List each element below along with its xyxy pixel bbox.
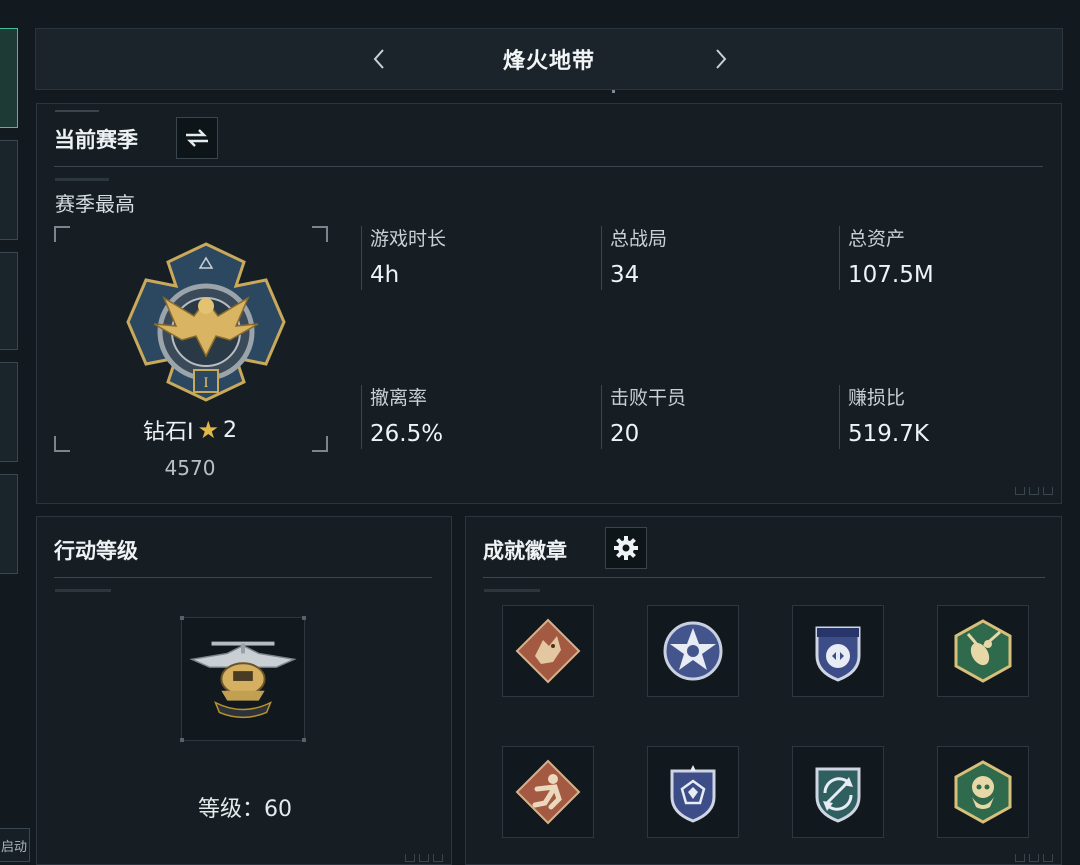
gear-icon xyxy=(614,536,638,560)
stat-value: 4h xyxy=(370,262,400,288)
stat-label: 游戏时长 xyxy=(370,228,447,250)
action-level-panel: 行动等级 等级：60 xyxy=(36,516,452,865)
stat-value: 519.7K xyxy=(848,421,929,447)
swap-icon xyxy=(186,129,208,147)
sidebar-bottom-label: 启动 xyxy=(0,839,27,855)
stat-label: 总资产 xyxy=(848,228,906,250)
stat-play-time: 游戏时长 4h xyxy=(361,226,446,290)
badge-arrows[interactable] xyxy=(792,746,884,838)
chevron-left-icon xyxy=(373,49,384,69)
season-title: 当前赛季 xyxy=(54,128,138,152)
skull-badge-icon xyxy=(954,760,1012,824)
badge-crest[interactable] xyxy=(647,746,739,838)
prev-mode-button[interactable] xyxy=(364,44,394,74)
level-emblem-box xyxy=(180,616,306,742)
stat-value: 34 xyxy=(610,262,640,288)
runner-badge-icon xyxy=(515,759,581,825)
stat-value: 26.5% xyxy=(370,421,444,447)
action-level-title: 行动等级 xyxy=(54,539,138,563)
sidebar-tab-2[interactable] xyxy=(0,140,18,240)
achievements-divider xyxy=(483,577,1045,578)
shield-badge-icon xyxy=(815,626,861,682)
season-panel: 当前赛季 赛季最高 I 钻石I ★ 2 4570 游戏时长 4h 总战局 34 … xyxy=(36,103,1062,504)
panel-deco xyxy=(55,178,109,181)
badge-skull[interactable] xyxy=(937,746,1029,838)
panel-deco xyxy=(484,589,540,592)
helicopter-level-emblem-icon xyxy=(189,641,297,719)
panel-deco xyxy=(55,110,99,112)
header-indicator-dot xyxy=(612,90,615,93)
panel-corner-deco xyxy=(1015,487,1053,495)
sidebar-tab-3[interactable] xyxy=(0,252,18,350)
sidebar-bottom-button[interactable]: 启动 xyxy=(0,828,30,862)
badge-runner[interactable] xyxy=(502,746,594,838)
mode-header: 烽火地带 xyxy=(35,28,1063,93)
panel-deco xyxy=(55,589,111,592)
panel-corner-deco xyxy=(1015,854,1053,862)
panel-corner-deco xyxy=(405,854,443,862)
rank-stars: 2 xyxy=(223,417,237,443)
badge-star-shield[interactable] xyxy=(647,605,739,697)
sidebar-tab-5[interactable] xyxy=(0,474,18,574)
stat-label: 撤离率 xyxy=(370,387,428,409)
stat-label: 总战局 xyxy=(610,228,668,250)
badge-dragon[interactable] xyxy=(502,605,594,697)
stat-label: 击败干员 xyxy=(610,387,687,409)
achievements-settings-button[interactable] xyxy=(605,527,647,569)
stat-extraction-rate: 撤离率 26.5% xyxy=(361,385,443,449)
stat-label: 赚损比 xyxy=(848,387,906,409)
rank-score: 4570 xyxy=(164,456,216,480)
arrows-badge-icon xyxy=(815,767,861,823)
badge-shield[interactable] xyxy=(792,605,884,697)
switch-season-button[interactable] xyxy=(176,117,218,159)
badge-wasp[interactable] xyxy=(937,605,1029,697)
svg-text:I: I xyxy=(204,375,209,391)
crest-badge-icon xyxy=(670,765,716,823)
rank-name: 钻石I ★ 2 xyxy=(37,414,343,446)
action-level-divider xyxy=(54,577,432,578)
achievements-title: 成就徽章 xyxy=(483,539,567,563)
stat-value: 107.5M xyxy=(848,262,934,288)
star-icon: ★ xyxy=(197,416,219,444)
sidebar-tab-4[interactable] xyxy=(0,362,18,462)
next-mode-button[interactable] xyxy=(706,44,736,74)
star-shield-badge-icon xyxy=(663,621,723,681)
season-title-divider xyxy=(54,166,1043,167)
stat-profit-loss-ratio: 赚损比 519.7K xyxy=(839,385,929,449)
stat-value: 20 xyxy=(610,421,640,447)
wasp-badge-icon xyxy=(954,619,1012,683)
chevron-right-icon xyxy=(716,49,727,69)
stat-operators-defeated: 击败干员 20 xyxy=(601,385,686,449)
action-level-value: 等级：60 xyxy=(198,797,292,822)
diamond-rank-emblem-icon: I xyxy=(126,242,286,402)
rank-tier: 钻石I xyxy=(142,420,194,445)
achievements-panel: 成就徽章 xyxy=(465,516,1062,865)
stat-total-assets: 总资产 107.5M xyxy=(839,226,934,290)
sidebar-tab-1[interactable] xyxy=(0,28,18,128)
season-best-label: 赛季最高 xyxy=(55,192,135,216)
mode-title: 烽火地带 xyxy=(502,49,595,74)
left-sidebar xyxy=(0,0,22,865)
dragon-badge-icon xyxy=(515,618,581,684)
stat-total-matches: 总战局 34 xyxy=(601,226,667,290)
